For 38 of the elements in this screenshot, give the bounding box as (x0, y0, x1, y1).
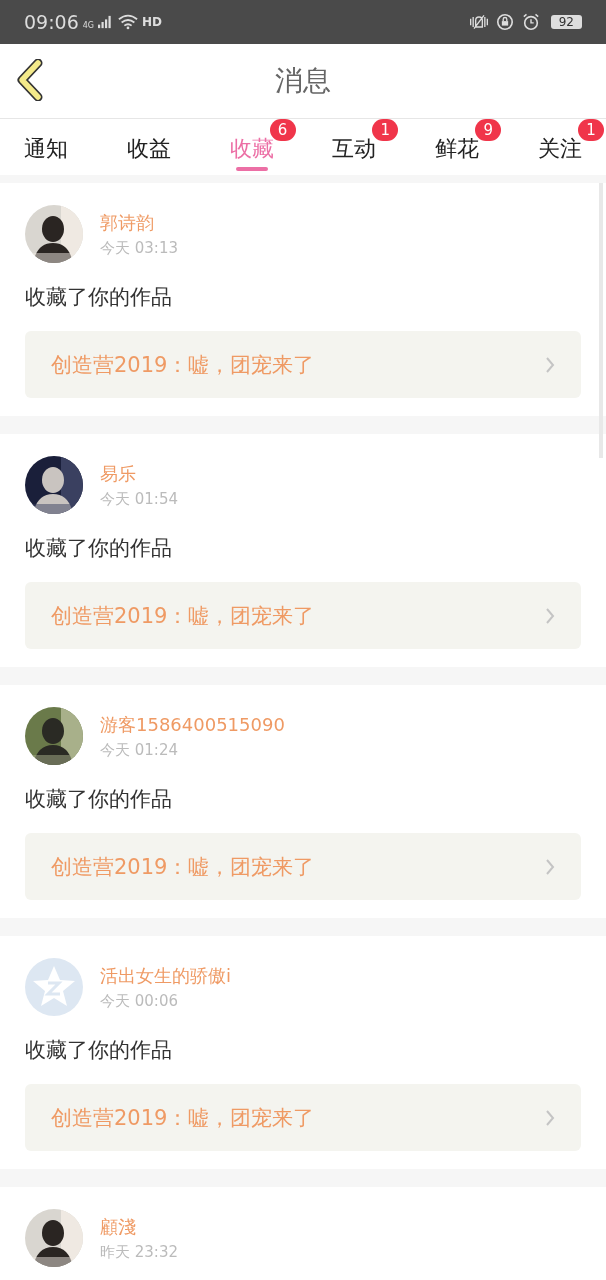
timestamp: 今天 03:13 (100, 238, 178, 258)
chevron-icon (545, 857, 555, 876)
network-type: 4G (82, 21, 95, 30)
chevron-icon (545, 1108, 555, 1127)
message-text: 收藏了你的作品 (25, 786, 173, 813)
timestamp: 今天 01:54 (100, 489, 178, 509)
user-name[interactable]: 易乐 (100, 461, 178, 486)
lock-rotation-icon (494, 13, 515, 31)
user-name[interactable]: 游客1586400515090 (100, 712, 285, 737)
default-avatar-icon (25, 958, 83, 1016)
chevron-icon (545, 606, 555, 625)
work-link[interactable]: 创造营2019：嘘，团宠来了 (25, 331, 581, 398)
user-name[interactable]: 顧淺 (100, 1214, 178, 1239)
message-text: 收藏了你的作品 (25, 535, 173, 562)
work-link[interactable]: 创造营2019：嘘，团宠来了 (25, 833, 581, 900)
clock: 09:06 (24, 11, 79, 33)
timestamp: 今天 01:24 (100, 740, 179, 760)
battery-icon: 92 (550, 15, 582, 29)
signal-icon (98, 15, 113, 29)
user-name[interactable]: 活出女生的骄傲i (100, 963, 231, 988)
tab[interactable]: 通知 (24, 134, 68, 164)
hd-label: HD (142, 15, 163, 29)
timestamp: 今天 00:06 (100, 991, 179, 1011)
message-text: 收藏了你的作品 (25, 284, 173, 311)
count-badge: 9 (475, 119, 502, 141)
chevron-icon (545, 355, 555, 374)
timestamp: 昨天 23:32 (100, 1242, 178, 1262)
count-badge: 1 (372, 119, 399, 141)
count-badge: 6 (269, 119, 296, 141)
work-link[interactable]: 创造营2019：嘘，团宠来了 (25, 1084, 581, 1151)
count-badge: 1 (578, 119, 604, 141)
wifi-icon (118, 14, 139, 30)
page-title: 消息 (275, 63, 331, 99)
message-text: 收藏了你的作品 (25, 1037, 173, 1064)
work-link[interactable]: 创造营2019：嘘，团宠来了 (25, 582, 581, 649)
vibrate-icon (468, 13, 489, 31)
user-name[interactable]: 郭诗韵 (100, 210, 178, 235)
tab[interactable]: 收益 (126, 134, 171, 164)
